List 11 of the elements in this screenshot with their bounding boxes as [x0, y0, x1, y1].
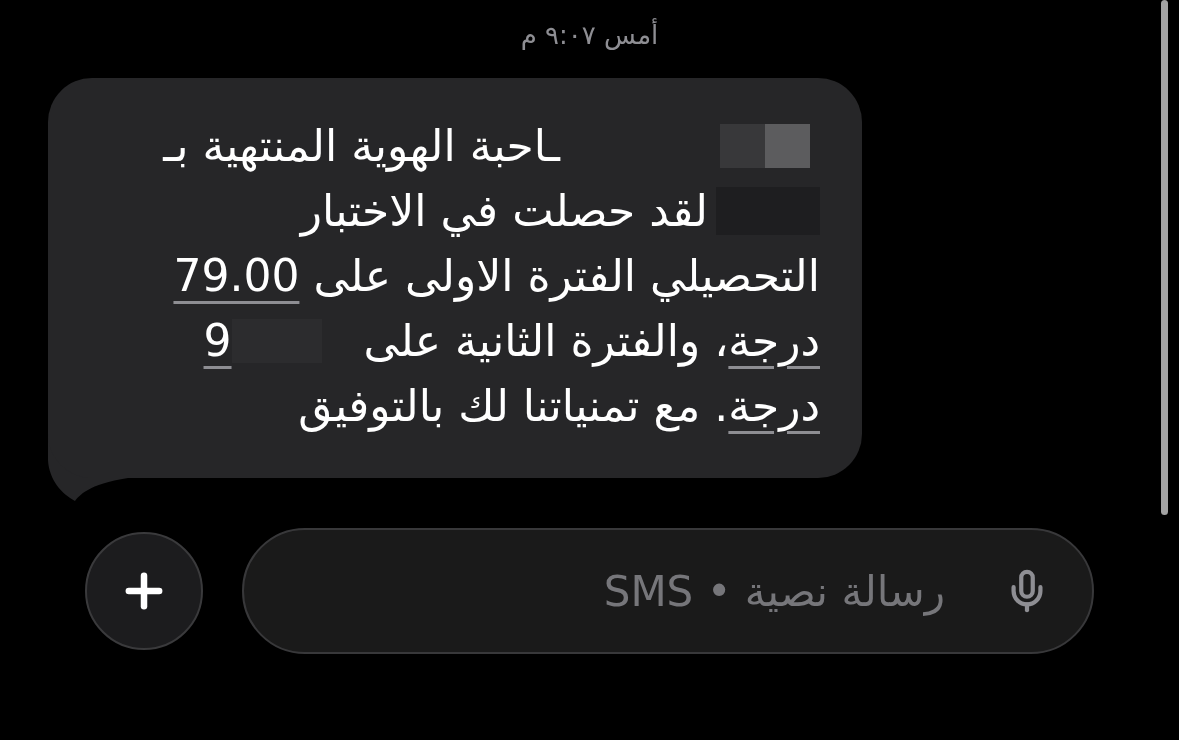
message-text: لقد حصلت في الاختبار — [300, 183, 708, 239]
detected-link[interactable]: 9 — [203, 312, 232, 369]
scrollbar[interactable] — [1161, 0, 1168, 515]
message-text: درجة، والفترة الثانية على — [363, 313, 820, 369]
detected-link[interactable]: درجة — [728, 314, 820, 366]
detected-link[interactable]: درجة — [728, 379, 820, 431]
message-text: ـاحبة الهوية المنتهية بـ — [163, 118, 560, 174]
message-input-field[interactable]: رسالة نصية • SMS — [242, 528, 1094, 654]
detected-link[interactable]: 79.00 — [173, 249, 300, 301]
timestamp: أمس ٩:٠٧ م — [520, 18, 659, 52]
message-text: درجة. مع تمنياتنا لك بالتوفيق — [298, 378, 820, 434]
